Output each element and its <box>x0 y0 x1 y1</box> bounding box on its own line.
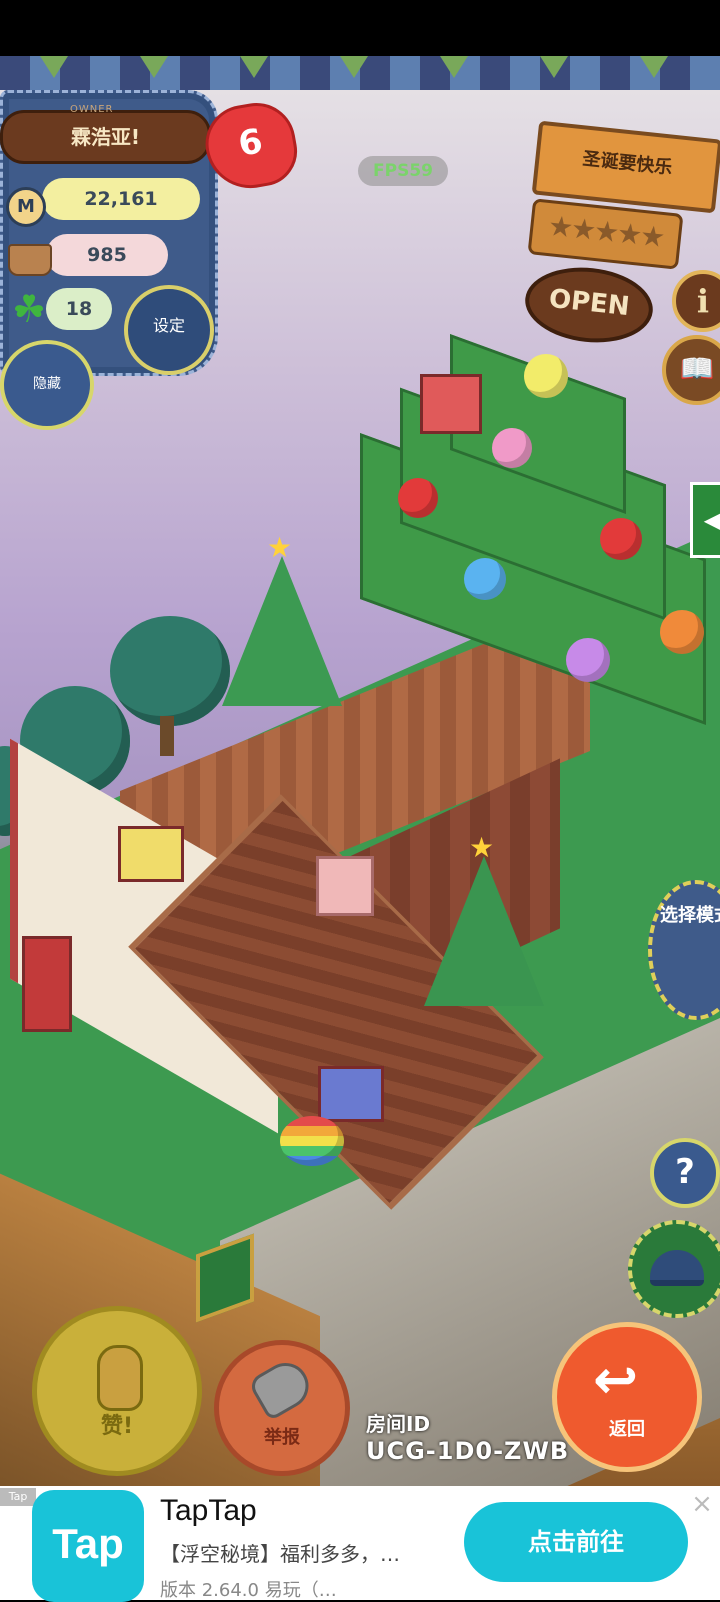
owner-label: OWNER <box>70 104 114 115</box>
return-arrow-icon: ↩ <box>593 1348 639 1411</box>
tree-trunk <box>160 716 174 756</box>
room-id: 房间ID UCG-1D0-ZWB <box>366 1408 569 1465</box>
hide-ui-button[interactable]: 隐藏 <box>0 340 94 430</box>
back-button[interactable]: ↩ 返回 <box>552 1322 702 1472</box>
report-button[interactable]: 举报 <box>214 1340 350 1476</box>
coin-icon: M <box>6 187 46 227</box>
like-label: 赞! <box>100 1414 134 1439</box>
ad-description: 【浮空秘境】福利多多，… <box>160 1542 400 1566</box>
ad-cta-button[interactable]: 点击前往 <box>464 1502 688 1582</box>
pink-cube[interactable] <box>316 856 374 916</box>
rating-stars: ★★★★★ <box>546 209 665 254</box>
ornament-ball <box>398 478 438 518</box>
christmas-tree[interactable] <box>424 856 544 1006</box>
room-id-label: 房间ID <box>366 1412 431 1436</box>
room-id-value: UCG-1D0-ZWB <box>366 1437 570 1465</box>
taptap-app-icon[interactable]: Tap <box>32 1490 144 1602</box>
basket-icon <box>8 244 52 276</box>
bunting-flag <box>140 56 168 78</box>
back-label: 返回 <box>609 1419 645 1440</box>
hat-icon <box>650 1250 704 1286</box>
help-button[interactable]: ? <box>650 1138 720 1208</box>
coin-counter: 22,161 <box>42 178 200 220</box>
report-label: 举报 <box>264 1427 300 1448</box>
info-icon: i <box>696 282 710 320</box>
bunting-flag <box>240 56 268 78</box>
bunting-flag <box>640 56 668 78</box>
open-label: OPEN <box>547 283 631 323</box>
side-panel-arrow-button[interactable]: ◀ <box>690 482 720 558</box>
ad-title[interactable]: TapTap <box>160 1494 257 1528</box>
background-tree <box>110 616 230 726</box>
book-icon: 📖 <box>679 352 715 385</box>
bunting-flag <box>40 56 68 78</box>
clover-icon: ☘ <box>12 287 47 331</box>
settings-label: 设定 <box>152 316 185 335</box>
like-button[interactable]: 赞! <box>32 1306 202 1476</box>
clover-counter: 18 <box>46 288 112 330</box>
hide-label: 隐藏 <box>33 376 61 392</box>
ornament-ball <box>566 638 610 682</box>
rainbow-pool[interactable] <box>280 1116 344 1166</box>
bunting-flag <box>540 56 568 78</box>
shop-name: 圣诞要快乐 <box>581 148 674 179</box>
hat-button[interactable] <box>628 1220 720 1318</box>
ornament-ball <box>600 518 642 560</box>
tree-star: ★ <box>267 531 293 564</box>
bunting-flag <box>440 56 468 78</box>
clover-value: 18 <box>65 298 93 320</box>
fps-counter: FPS59 <box>358 156 448 186</box>
ornament-ball <box>660 610 704 654</box>
ornament-ball <box>524 354 568 398</box>
select-mode-label: 选择模式 <box>660 905 720 926</box>
produce-value: 985 <box>87 244 127 266</box>
coin-value: 22,161 <box>84 188 158 210</box>
gift-box[interactable] <box>118 826 184 882</box>
gift-box[interactable] <box>420 374 482 434</box>
player-name: 霖浩亚! <box>0 110 211 164</box>
fist-icon <box>97 1345 143 1411</box>
question-icon: ? <box>675 1152 695 1192</box>
status-bar <box>0 0 720 56</box>
ad-meta: 版本 2.64.0 易玩（… <box>160 1580 337 1601</box>
ornament-ball <box>464 558 506 600</box>
settings-button[interactable]: 设定 <box>124 285 214 375</box>
produce-counter: 985 <box>46 234 168 276</box>
whistle-icon <box>247 1354 317 1422</box>
tree-star: ★ <box>469 831 495 864</box>
bunting-flag <box>340 56 368 78</box>
ornament-ball <box>492 428 532 468</box>
ad-tag: Tap <box>0 1488 36 1506</box>
refrigerator[interactable] <box>22 936 72 1032</box>
gift-box[interactable] <box>318 1066 384 1122</box>
ad-close-icon[interactable]: × <box>690 1491 714 1517</box>
christmas-tree[interactable] <box>222 556 342 706</box>
